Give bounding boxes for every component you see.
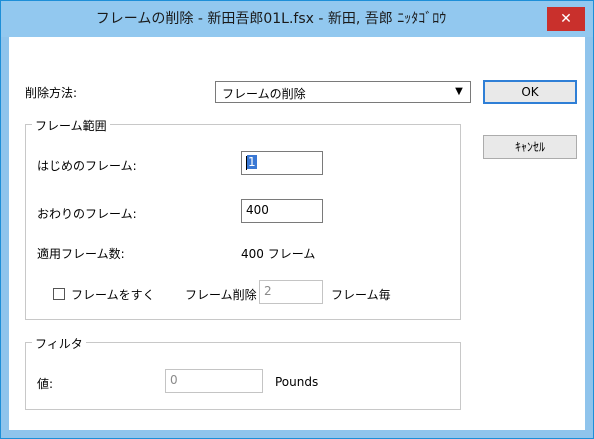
ok-button[interactable]: OK xyxy=(483,80,577,104)
start-frame-value: 1 xyxy=(247,155,257,169)
start-frame-input[interactable]: 1 xyxy=(241,151,323,175)
skip-frames-checkbox[interactable] xyxy=(53,288,65,300)
delete-frames-label: フレーム削除 xyxy=(185,288,257,302)
chevron-down-icon[interactable]: ▼ xyxy=(451,84,467,100)
delete-frames-input[interactable]: 2 xyxy=(259,280,323,304)
frame-count-label: 適用フレーム数: xyxy=(37,247,125,261)
method-selected-value: フレームの削除 xyxy=(222,87,306,101)
filter-value-label: 値: xyxy=(37,377,54,391)
start-frame-label: はじめのフレーム: xyxy=(37,159,137,173)
window-title: フレームの削除 - 新田吾郎01L.fsx - 新田, 吾郎 ﾆｯﾀｺﾞﾛｳ xyxy=(95,11,447,27)
end-frame-label: おわりのフレーム: xyxy=(37,207,137,221)
filter-unit-label: Pounds xyxy=(275,375,319,389)
frame-range-legend: フレーム範囲 xyxy=(32,117,110,134)
end-frame-value: 400 xyxy=(246,203,269,217)
filter-legend: フィルタ xyxy=(32,335,86,352)
end-frame-input[interactable]: 400 xyxy=(241,199,323,223)
close-button[interactable]: ✕ xyxy=(547,7,585,31)
title-bar[interactable]: フレームの削除 - 新田吾郎01L.fsx - 新田, 吾郎 ﾆｯﾀｺﾞﾛｳ ✕ xyxy=(1,1,593,37)
filter-value-input[interactable]: 0 xyxy=(165,369,263,393)
dialog-window: フレームの削除 - 新田吾郎01L.fsx - 新田, 吾郎 ﾆｯﾀｺﾞﾛｳ ✕… xyxy=(0,0,594,439)
method-select[interactable]: フレームの削除 ▼ xyxy=(215,81,471,103)
delete-frames-value: 2 xyxy=(264,284,272,298)
frame-count-value: 400 フレーム xyxy=(241,247,316,261)
method-label: 削除方法: xyxy=(25,86,78,100)
skip-frames-label[interactable]: フレームをすく xyxy=(71,286,155,303)
cancel-button[interactable]: ｷｬﾝｾﾙ xyxy=(483,135,577,159)
per-frames-label: フレーム毎 xyxy=(331,288,391,302)
filter-value: 0 xyxy=(170,373,178,387)
close-icon: ✕ xyxy=(560,11,572,27)
dialog-body: 削除方法: フレームの削除 ▼ OK ｷｬﾝｾﾙ フレーム範囲 はじめのフレーム… xyxy=(9,37,585,430)
